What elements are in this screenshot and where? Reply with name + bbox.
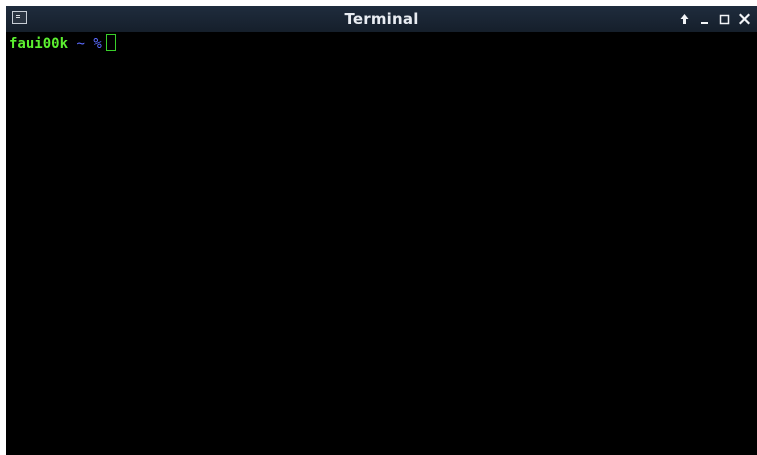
prompt-symbol: % [93,36,102,52]
minimize-icon[interactable] [699,12,710,26]
terminal-window: Terminal faui00k ~ % [6,6,757,455]
window-title: Terminal [344,10,419,28]
text-cursor [105,34,116,51]
window-controls [679,9,750,29]
window-titlebar[interactable]: Terminal [6,6,757,32]
close-icon[interactable] [739,12,750,26]
arrow-up-icon[interactable] [679,12,690,26]
maximize-icon[interactable] [719,12,730,26]
prompt-path: ~ [76,36,85,52]
terminal-output[interactable]: faui00k ~ % [6,32,757,455]
prompt-host: faui00k [9,36,69,52]
